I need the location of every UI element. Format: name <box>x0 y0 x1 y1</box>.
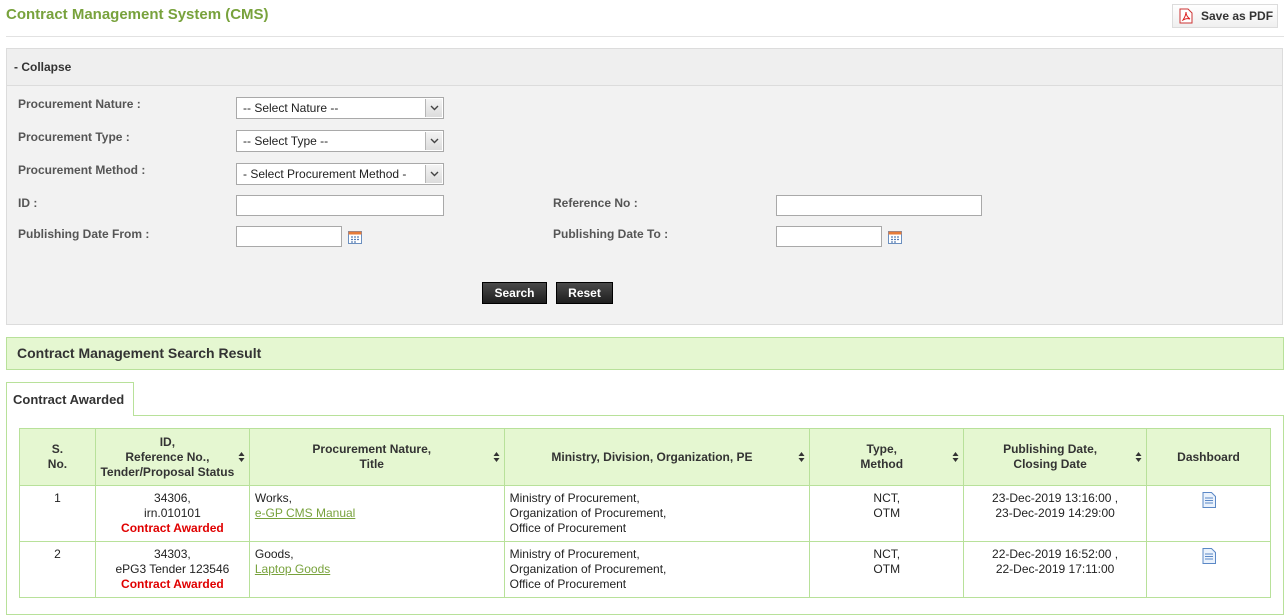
column-header-type-method[interactable]: Type, Method <box>809 428 965 486</box>
procurement-nature-select[interactable]: -- Select Nature -- <box>236 97 444 119</box>
procurement-nature-value: -- Select Nature -- <box>243 101 339 115</box>
status-badge: Contract Awarded <box>121 577 224 591</box>
search-panel: - Collapse Procurement Nature : -- Selec… <box>6 48 1283 325</box>
collapse-toggle[interactable]: - Collapse <box>7 49 1282 86</box>
cell-ministry: Ministry of Procurement, Organization of… <box>503 541 811 598</box>
search-button[interactable]: Search <box>482 282 547 304</box>
ministry: Ministry of Procurement, <box>509 547 640 561</box>
column-header-ministry[interactable]: Ministry, Division, Organization, PE <box>503 428 811 486</box>
save-as-pdf-button[interactable]: Save as PDF <box>1172 4 1278 28</box>
calendar-icon[interactable] <box>348 230 362 244</box>
column-header-dashboard: Dashboard <box>1146 428 1271 486</box>
sort-icon[interactable] <box>238 451 245 463</box>
column-header-nature-title[interactable]: Procurement Nature, Title <box>248 428 505 486</box>
tender-type: NCT, <box>873 491 901 505</box>
publishing-date-from-label: Publishing Date From : <box>18 227 150 241</box>
sort-icon[interactable] <box>1135 451 1142 463</box>
pdf-icon <box>1179 8 1193 24</box>
procurement-type-label: Procurement Type : <box>18 130 130 144</box>
page-title: Contract Management System (CMS) <box>6 6 269 23</box>
procurement-type-value: -- Select Type -- <box>243 134 329 148</box>
procurement-method: OTM <box>873 562 901 576</box>
sort-icon[interactable] <box>952 451 959 463</box>
publishing-date: 23-Dec-2019 13:16:00 , <box>992 491 1119 505</box>
chevron-down-icon <box>425 132 442 150</box>
publishing-date-from-input[interactable] <box>236 226 342 247</box>
search-result-header: Contract Management Search Result <box>6 337 1284 370</box>
reference-no: ePG3 Tender 123546 <box>115 562 230 576</box>
contract-id: 34306, <box>154 491 191 505</box>
calendar-icon[interactable] <box>888 230 902 244</box>
closing-date: 22-Dec-2019 17:11:00 <box>995 562 1115 576</box>
title-link[interactable]: e-GP CMS Manual <box>255 506 355 520</box>
cell-dashboard <box>1146 485 1271 542</box>
results-table: S. No. ID, Reference No., Tender/Proposal S… <box>19 428 1271 598</box>
reference-no: irn.010101 <box>144 506 201 520</box>
column-header-id[interactable]: ID, Reference No., Tender/Proposal Status <box>94 428 250 486</box>
cell-id-ref-status: 34303, ePG3 Tender 123546 Contract Award… <box>94 541 250 598</box>
publishing-date-to-label: Publishing Date To : <box>553 227 669 241</box>
procurement-method-select[interactable]: - Select Procurement Method - <box>236 163 444 185</box>
procuring-entity: Office of Procurement <box>509 577 627 591</box>
cell-ministry: Ministry of Procurement, Organization of… <box>503 485 811 542</box>
cell-type-method: NCT, OTM <box>809 485 965 542</box>
column-header-sno[interactable]: S. No. <box>19 428 96 486</box>
cell-dates: 23-Dec-2019 13:16:00 , 23-Dec-2019 14:29… <box>963 485 1148 542</box>
cell-nature-title: Works, e-GP CMS Manual <box>248 485 505 542</box>
organization: Organization of Procurement, <box>509 506 667 520</box>
procuring-entity: Office of Procurement <box>509 521 627 535</box>
cell-sno: 2 <box>19 541 96 598</box>
reset-button[interactable]: Reset <box>556 282 613 304</box>
sort-icon[interactable] <box>798 451 805 463</box>
table-row: 2 34303, ePG3 Tender 123546 Contract Awa… <box>19 541 1271 598</box>
chevron-down-icon <box>425 99 442 117</box>
procurement-method: OTM <box>873 506 901 520</box>
closing-date: 23-Dec-2019 14:29:00 <box>995 506 1115 520</box>
cell-dashboard <box>1146 541 1271 598</box>
reference-no-label: Reference No : <box>553 196 638 210</box>
cell-dates: 22-Dec-2019 16:52:00 , 22-Dec-2019 17:11… <box>963 541 1148 598</box>
cell-sno: 1 <box>19 485 96 542</box>
publishing-date: 22-Dec-2019 16:52:00 , <box>992 547 1119 561</box>
document-icon[interactable] <box>1202 492 1216 508</box>
procurement-nature: Works, <box>254 491 292 505</box>
organization: Organization of Procurement, <box>509 562 667 576</box>
title-link[interactable]: Laptop Goods <box>255 562 330 576</box>
table-row: 1 34306, irn.010101 Contract Awarded Wor… <box>19 485 1271 542</box>
chevron-down-icon <box>425 165 442 183</box>
contract-id: 34303, <box>154 547 191 561</box>
column-header-dates[interactable]: Publishing Date, Closing Date <box>963 428 1148 486</box>
ministry: Ministry of Procurement, <box>509 491 640 505</box>
id-input[interactable] <box>236 195 444 216</box>
procurement-nature: Goods, <box>254 547 294 561</box>
status-badge: Contract Awarded <box>121 521 224 535</box>
id-label: ID : <box>18 196 38 210</box>
procurement-nature-label: Procurement Nature : <box>18 97 141 111</box>
document-icon[interactable] <box>1202 548 1216 564</box>
procurement-method-label: Procurement Method : <box>18 163 146 177</box>
reference-no-input[interactable] <box>776 195 982 216</box>
tab-contract-awarded[interactable]: Contract Awarded <box>6 382 134 416</box>
procurement-method-value: - Select Procurement Method - <box>243 167 407 181</box>
cell-nature-title: Goods, Laptop Goods <box>248 541 505 598</box>
procurement-type-select[interactable]: -- Select Type -- <box>236 130 444 152</box>
save-as-pdf-label: Save as PDF <box>1201 9 1274 23</box>
title-divider <box>6 36 1284 37</box>
table-header-row: S. No. ID, Reference No., Tender/Proposal S… <box>19 428 1271 486</box>
cell-id-ref-status: 34306, irn.010101 Contract Awarded <box>94 485 250 542</box>
publishing-date-to-input[interactable] <box>776 226 882 247</box>
cell-type-method: NCT, OTM <box>809 541 965 598</box>
sort-icon[interactable] <box>493 451 500 463</box>
tender-type: NCT, <box>873 547 901 561</box>
